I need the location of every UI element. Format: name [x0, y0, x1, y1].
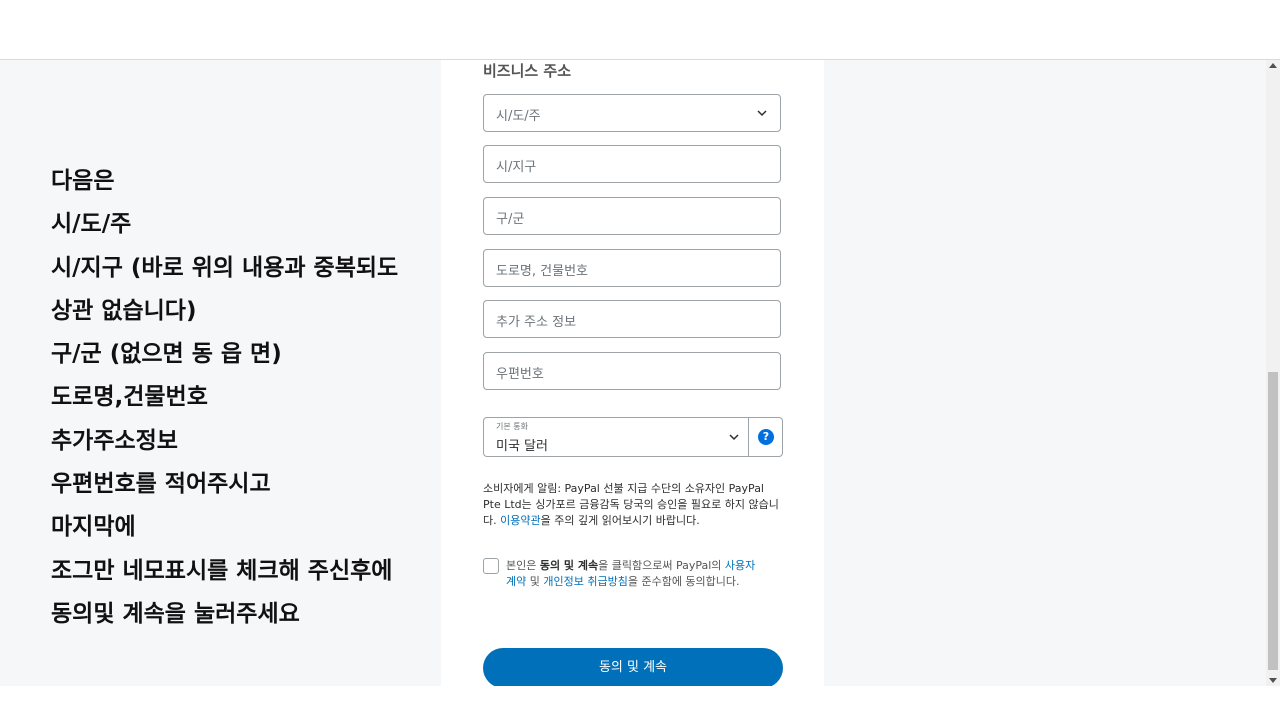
district-placeholder: 구/군 [496, 212, 525, 227]
currency-select[interactable]: 기본 통화 미국 달러 [484, 418, 749, 456]
instruction-line: 상관 없습니다) [51, 297, 197, 324]
instruction-line: 조그만 네모표시를 체크해 주신후에 [51, 557, 393, 584]
street-placeholder: 도로명, 건물번호 [496, 264, 588, 279]
help-icon[interactable]: ? [758, 429, 774, 445]
instruction-line: 추가주소정보 [51, 427, 178, 454]
agree-text-end: 을 준수함에 동의합니다. [627, 575, 740, 588]
instruction-line: 구/군 (없으면 동 읍 면) [51, 341, 282, 368]
district-field[interactable]: 구/군 [483, 197, 781, 235]
consumer-notice: 소비자에게 알림: PayPal 선불 지급 수단의 소유자인 PayPal P… [483, 481, 783, 529]
instruction-line: 다음은 [51, 168, 115, 194]
extra-address-field[interactable]: 추가 주소 정보 [483, 300, 781, 338]
scroll-up-icon[interactable] [1269, 63, 1277, 68]
instruction-line: 도로명,건물번호 [51, 384, 208, 411]
extra-address-placeholder: 추가 주소 정보 [496, 315, 577, 330]
vertical-scrollbar[interactable] [1266, 60, 1280, 686]
state-select[interactable]: 시/도/주 [483, 94, 781, 132]
terms-link[interactable]: 이용약관 [500, 514, 540, 527]
agree-continue-button[interactable]: 동의 및 계속 [483, 648, 783, 686]
currency-label: 기본 통화 [496, 422, 528, 431]
currency-value: 미국 달러 [496, 439, 548, 454]
agree-text-start: 본인은 [506, 559, 540, 572]
postal-code-placeholder: 우편번호 [496, 367, 544, 382]
agree-text-mid: 을 클릭함으로써 PayPal의 [598, 559, 725, 572]
agree-text-and: 및 [526, 575, 544, 588]
agree-checkbox[interactable] [483, 558, 499, 574]
agreement-text: 본인은 동의 및 계속을 클릭함으로써 PayPal의 사용자 계약 및 개인정… [506, 558, 756, 590]
page-viewport: 다음은 시/도/주 시/지구 (바로 위의 내용과 중복되도 상관 없습니다) … [0, 60, 1266, 686]
scroll-thumb[interactable] [1268, 372, 1278, 670]
agree-text-bold: 동의 및 계속 [539, 559, 599, 572]
browser-bottom-area [0, 686, 1280, 720]
state-select-value: 시/도/주 [496, 109, 541, 124]
instruction-line: 시/지구 (바로 위의 내용과 중복되도 [51, 254, 399, 281]
street-field[interactable]: 도로명, 건물번호 [483, 249, 781, 287]
instruction-line: 마지막에 [51, 514, 136, 541]
browser-top-area [0, 0, 1280, 60]
business-address-form: 비즈니스 주소 시/도/주 시/지구 구/군 도로명, 건물번호 추가 주소 정… [441, 60, 824, 686]
instruction-line: 시/도/주 [51, 211, 132, 238]
section-title: 비즈니스 주소 [483, 62, 572, 80]
currency-group: 기본 통화 미국 달러 ? [483, 417, 783, 457]
city-field[interactable]: 시/지구 [483, 145, 781, 183]
postal-code-field[interactable]: 우편번호 [483, 352, 781, 390]
chevron-down-icon [729, 434, 739, 441]
privacy-policy-link[interactable]: 개인정보 취급방침 [543, 575, 627, 588]
scroll-down-icon[interactable] [1269, 678, 1277, 683]
instruction-line: 우편번호를 적어주시고 [51, 471, 271, 498]
instruction-line: 동의및 계속을 눌러주세요 [51, 600, 300, 627]
instruction-text: 다음은 시/도/주 시/지구 (바로 위의 내용과 중복되도 상관 없습니다) … [51, 160, 398, 636]
city-placeholder: 시/지구 [496, 160, 537, 175]
chevron-down-icon [757, 110, 767, 117]
notice-text-end: 을 주의 깊게 읽어보시기 바랍니다. [540, 514, 700, 527]
